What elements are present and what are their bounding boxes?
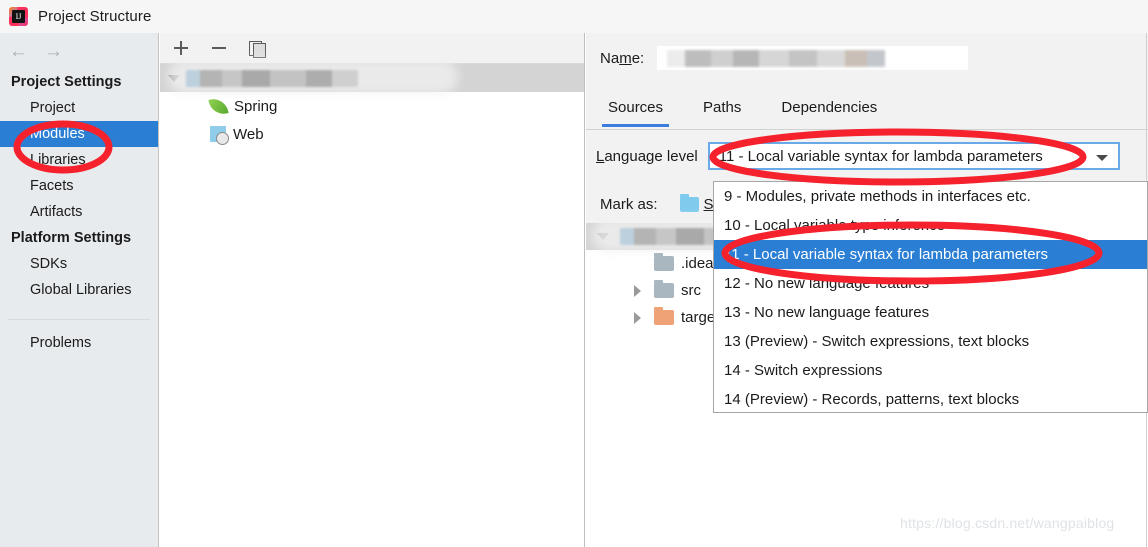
copy-module-icon[interactable] <box>248 39 266 58</box>
dropdown-option[interactable]: 14 - Switch expressions <box>714 356 1147 385</box>
module-tree-item-web[interactable]: Web <box>160 120 584 148</box>
expand-caret-cell[interactable] <box>620 284 654 297</box>
blue-folder-icon <box>679 193 699 212</box>
dropdown-option[interactable]: 10 - Local variable type inference <box>714 211 1147 240</box>
tab-sources[interactable]: Sources <box>601 85 670 127</box>
expand-caret-right-icon[interactable] <box>633 311 641 324</box>
sidebar-item-libraries[interactable]: Libraries <box>0 147 158 173</box>
language-level-combobox[interactable]: 11 - Local variable syntax for lambda pa… <box>707 142 1120 170</box>
dropdown-option[interactable]: 12 - No new language features <box>714 269 1147 298</box>
chevron-down-icon[interactable] <box>1095 155 1108 161</box>
censored-module-name <box>186 69 358 87</box>
language-level-value: 11 - Local variable syntax for lambda pa… <box>718 147 1043 165</box>
sidebar-group-platform-settings: Platform Settings <box>11 230 132 246</box>
settings-sidebar: ← → Project Settings Project Modules Lib… <box>0 33 159 547</box>
mark-as-label: Mark as: <box>600 195 658 213</box>
back-arrow-icon[interactable]: ← <box>9 42 28 61</box>
sidebar-item-facets[interactable]: Facets <box>0 173 158 199</box>
gray-folder-icon <box>654 253 674 271</box>
watermark-text: https://blog.csdn.net/wangpaiblog <box>900 515 1115 531</box>
tab-dependencies[interactable]: Dependencies <box>779 85 879 127</box>
module-tree-item-spring[interactable]: Spring <box>160 92 584 120</box>
module-tree-root-row[interactable] <box>160 64 584 92</box>
module-name-input[interactable] <box>656 45 970 71</box>
language-level-dropdown-list[interactable]: 9 - Modules, private methods in interfac… <box>713 181 1148 413</box>
module-name-label: Name: <box>600 49 645 67</box>
sidebar-item-modules[interactable]: Modules <box>0 121 158 147</box>
expand-caret-cell[interactable] <box>586 233 620 240</box>
sidebar-item-artifacts[interactable]: Artifacts <box>0 199 158 225</box>
module-name-row: Name: <box>586 33 1148 83</box>
web-globe-icon <box>210 126 229 145</box>
expand-caret-cell[interactable] <box>620 311 654 324</box>
project-structure-dialog: IJ Project Structure ← → Project Setting… <box>0 0 1148 547</box>
censored-module-name-value <box>667 50 886 67</box>
dropdown-option-selected[interactable]: 11 - Local variable syntax for lambda pa… <box>714 240 1147 269</box>
language-level-row: Language level 11 - Local variable synta… <box>586 133 1148 179</box>
module-tree-item-label: Web <box>233 125 264 143</box>
sidebar-item-sdks[interactable]: SDKs <box>0 251 158 277</box>
remove-module-icon[interactable] <box>210 39 228 57</box>
sidebar-divider <box>8 319 150 320</box>
title-bar: IJ Project Structure <box>0 0 1148 33</box>
expand-caret-down-icon[interactable] <box>168 74 180 82</box>
dropdown-option[interactable]: 13 (Preview) - Switch expressions, text … <box>714 327 1147 356</box>
dropdown-option[interactable]: 9 - Modules, private methods in interfac… <box>714 182 1147 211</box>
spring-leaf-icon <box>208 95 229 117</box>
expand-caret-down-icon[interactable] <box>597 233 609 240</box>
file-tree-label: .idea <box>681 255 714 272</box>
add-module-icon[interactable] <box>172 39 190 57</box>
sidebar-item-problems[interactable]: Problems <box>0 330 158 356</box>
file-tree-label: src <box>681 282 701 299</box>
intellij-idea-logo-icon: IJ <box>9 7 28 26</box>
forward-arrow-icon[interactable]: → <box>44 42 63 61</box>
modules-tree-panel: Spring Web <box>160 33 585 547</box>
sidebar-item-global-libraries[interactable]: Global Libraries <box>0 277 158 303</box>
tab-paths[interactable]: Paths <box>701 85 743 127</box>
sidebar-item-project[interactable]: Project <box>0 95 158 121</box>
dropdown-option[interactable]: 13 - No new language features <box>714 298 1147 327</box>
sidebar-navigation: ← → <box>0 33 158 69</box>
module-detail-tabs: Sources Paths Dependencies <box>586 85 1148 130</box>
module-tree-item-label: Spring <box>234 97 278 115</box>
window-title: Project Structure <box>38 8 152 25</box>
gray-folder-icon <box>654 280 674 298</box>
sidebar-group-project-settings: Project Settings <box>11 74 122 90</box>
language-level-label: Language level <box>596 147 698 165</box>
orange-folder-icon <box>654 307 674 325</box>
expand-caret-right-icon[interactable] <box>633 284 641 297</box>
dropdown-option[interactable]: 14 (Preview) - Records, patterns, text b… <box>714 385 1147 414</box>
modules-toolbar <box>160 33 584 64</box>
